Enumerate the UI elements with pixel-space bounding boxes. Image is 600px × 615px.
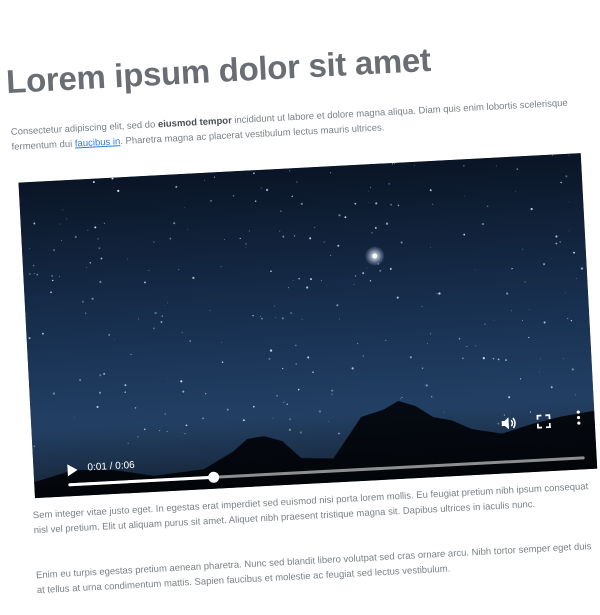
volume-icon[interactable] xyxy=(500,415,517,430)
more-options-icon[interactable] xyxy=(574,409,583,425)
video-progress-fill xyxy=(68,475,213,487)
fullscreen-icon[interactable] xyxy=(536,413,551,429)
intro-bold-text: eiusmod tempor xyxy=(157,115,233,131)
video-progress-bar[interactable] xyxy=(68,456,585,487)
body-paragraph-2: Enim eu turpis egestas pretium aenean ph… xyxy=(35,541,592,597)
intro-paragraph: Consectetur adipiscing elit, sed do eius… xyxy=(10,96,571,155)
video-time-display: 0:01 / 0:06 xyxy=(87,459,135,474)
intro-link[interactable]: faucibus in xyxy=(75,136,121,149)
video-player[interactable]: 0:01 / 0:06 xyxy=(18,153,598,499)
article-page: Lorem ipsum dolor sit amet Consectetur a… xyxy=(0,0,600,615)
page-title: Lorem ipsum dolor sit amet xyxy=(5,40,432,101)
play-icon[interactable] xyxy=(65,462,80,477)
video-progress-handle[interactable] xyxy=(207,471,220,484)
